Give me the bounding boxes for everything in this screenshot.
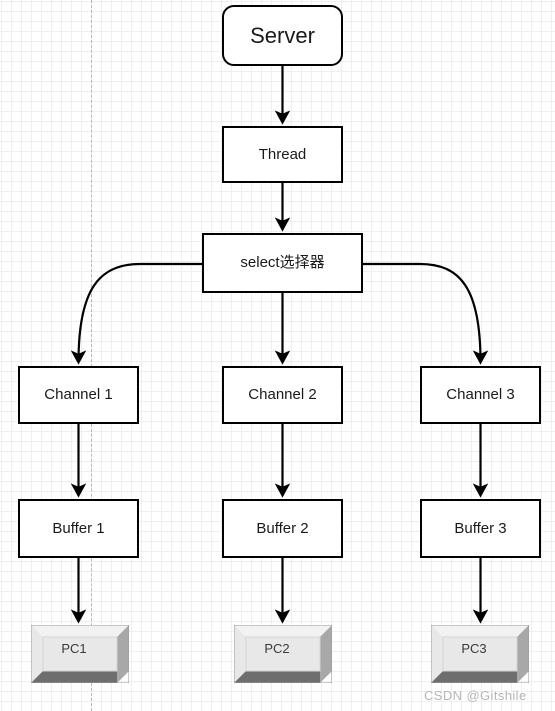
node-channel-1[interactable]: Channel 1 bbox=[18, 366, 139, 424]
edge-selector-to-channel3 bbox=[363, 262, 489, 365]
node-buffer-3-label: Buffer 3 bbox=[454, 519, 507, 537]
edge-selector-to-channel1 bbox=[70, 262, 202, 365]
node-pc-1[interactable]: PC1 bbox=[30, 624, 130, 684]
node-pc-3[interactable]: PC3 bbox=[430, 624, 530, 684]
pc-2-cube-icon bbox=[233, 624, 333, 684]
node-channel-1-label: Channel 1 bbox=[44, 386, 113, 404]
node-server-label: Server bbox=[250, 22, 315, 48]
node-selector[interactable]: select选择器 bbox=[202, 233, 363, 293]
node-thread-label: Thread bbox=[258, 145, 307, 163]
node-channel-3-label: Channel 3 bbox=[446, 386, 515, 404]
diagram-canvas: Server Thread select选择器 Channel 1 Channe… bbox=[0, 0, 555, 711]
node-channel-2-label: Channel 2 bbox=[248, 386, 317, 404]
node-buffer-1-label: Buffer 1 bbox=[52, 519, 105, 537]
edge-layer bbox=[70, 66, 489, 624]
pc-1-cube-icon bbox=[30, 624, 130, 684]
node-thread[interactable]: Thread bbox=[222, 126, 343, 183]
node-server[interactable]: Server bbox=[222, 5, 343, 66]
node-buffer-3[interactable]: Buffer 3 bbox=[420, 499, 541, 558]
node-buffer-2-label: Buffer 2 bbox=[256, 519, 309, 537]
node-buffer-1[interactable]: Buffer 1 bbox=[18, 499, 139, 558]
node-pc-2[interactable]: PC2 bbox=[233, 624, 333, 684]
node-buffer-2[interactable]: Buffer 2 bbox=[222, 499, 343, 558]
node-channel-2[interactable]: Channel 2 bbox=[222, 366, 343, 424]
watermark: CSDN @Gitshile bbox=[424, 688, 527, 703]
node-selector-label: select选择器 bbox=[240, 254, 325, 272]
node-channel-3[interactable]: Channel 3 bbox=[420, 366, 541, 424]
pc-3-cube-icon bbox=[430, 624, 530, 684]
